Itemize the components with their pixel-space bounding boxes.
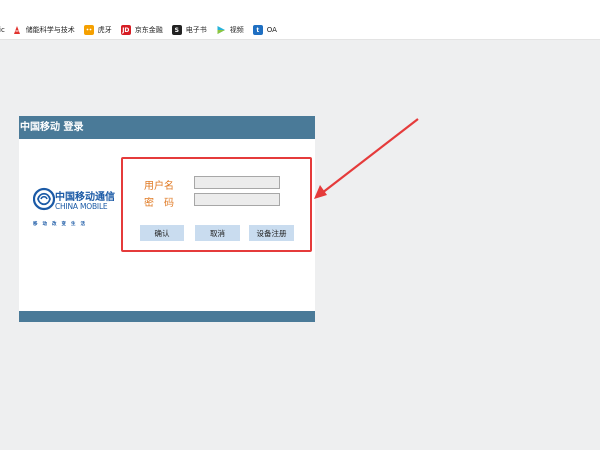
password-label: 密 码 — [144, 198, 174, 209]
ai-icon — [12, 25, 22, 35]
bookmark-label: 视频 — [229, 26, 244, 34]
device-register-button[interactable]: 设备注册 — [249, 225, 294, 241]
bookmarks-row: ic 储能科学与技术 虎牙 JD 京东金融 — [0, 23, 286, 37]
bookmark-label: OA — [266, 26, 277, 34]
password-input[interactable] — [194, 193, 280, 206]
confirm-button[interactable]: 确认 — [140, 225, 184, 241]
huya-icon — [83, 25, 94, 35]
bookmark-truncated-label[interactable]: ic — [0, 26, 5, 34]
bookmark-label: 京东金融 — [134, 26, 163, 34]
bookmarks-bar: ic 储能科学与技术 虎牙 JD 京东金融 — [0, 0, 600, 40]
bookmark-item-huya[interactable]: 虎牙 — [83, 25, 112, 35]
china-mobile-logo-icon — [33, 187, 55, 211]
logo-english-text: CHINA MOBILE — [55, 202, 108, 211]
bookmark-item-video[interactable]: 视频 — [216, 25, 244, 35]
oa-icon: t — [252, 25, 263, 35]
bookmark-item-energy[interactable]: 储能科学与技术 — [12, 25, 75, 35]
bookmark-item-oa[interactable]: t OA — [252, 25, 277, 35]
username-label: 用户名 — [144, 181, 174, 192]
china-mobile-logo: 中国移动通信 CHINA MOBILE 移动改变生活 — [33, 186, 133, 236]
play-icon — [216, 25, 226, 35]
bookmark-item-ebook[interactable]: S 电子书 — [171, 25, 207, 35]
login-title: 中国移动 登录 — [19, 116, 315, 139]
login-panel: 中国移动 登录 中国移动通信 CHINA MOBILE 移动改变生活 — [19, 116, 315, 322]
bookmark-label: 储能科学与技术 — [25, 26, 75, 34]
bookmark-label: 电子书 — [185, 26, 207, 34]
jd-icon: JD — [120, 25, 131, 35]
username-input[interactable] — [194, 176, 280, 189]
bookmark-item-jd-finance[interactable]: JD 京东金融 — [120, 25, 163, 35]
login-footer-bar — [19, 311, 315, 322]
logo-chinese-text: 中国移动通信 — [55, 192, 115, 203]
logo-slogan: 移动改变生活 — [33, 222, 90, 227]
bookmark-label: 虎牙 — [97, 26, 112, 34]
s-icon: S — [171, 25, 182, 35]
cancel-button[interactable]: 取消 — [195, 225, 240, 241]
